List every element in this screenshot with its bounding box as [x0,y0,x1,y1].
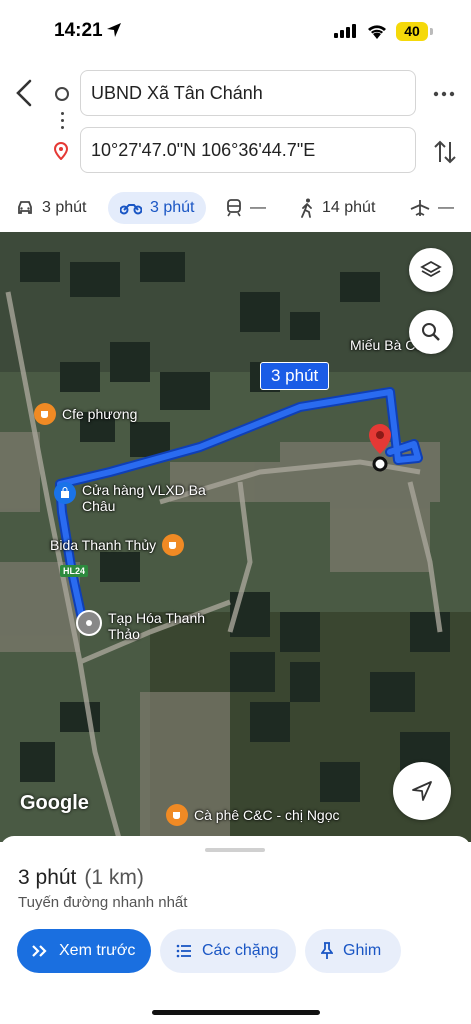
mode-flight[interactable]: — [410,192,454,224]
clock: 14:21 [54,20,103,41]
walk-icon [301,198,312,218]
layers-button[interactable] [409,248,453,292]
poi-vlxd-text: Cửa hàng VLXD Ba Châu [82,482,206,514]
home-indicator[interactable] [152,1010,320,1015]
origin-dot-icon [55,87,69,101]
motorbike-icon [120,204,142,215]
poi-bida[interactable]: Bida Thanh Thủy [50,534,190,556]
road-shield: HL24 [60,565,89,577]
route-summary-sheet: 3 phút (1 km) Tuyến đường nhanh nhất Xem … [0,836,471,1024]
route-distance: (1 km) [84,866,144,889]
origin-input[interactable]: UBND Xã Tân Chánh [80,70,416,116]
battery-indicator: 40 [396,22,428,41]
transit-icon [227,199,241,217]
poi-bida-label: Bida Thanh Thủy [50,537,157,553]
navigation-arrow-icon [412,781,432,801]
route-connector-dots [61,112,64,133]
map-view[interactable]: 3 phút HL24 Miếu Bà Cố Xứ Cfe phương Cửa… [0,232,471,842]
poi-vlxd-label-2: Châu [82,498,116,514]
poi-vlxd-label: Cửa hàng VLXD Ba [82,482,206,498]
search-along-route-button[interactable] [409,310,453,354]
poi-taphoa-label-2: Thảo [108,626,140,642]
destination-input[interactable]: 10°27'47.0"N 106°36'44.7"E [80,127,416,173]
route-duration: 3 phút [18,866,77,889]
mode-motorbike[interactable]: 3 phút [108,192,207,224]
route-subtitle: Tuyến đường nhanh nhất [18,894,188,911]
preview-button-label: Xem trước [59,942,136,959]
coffee-icon [162,534,185,556]
mode-driving[interactable]: 3 phút [16,192,86,224]
mode-walking-label: 14 phút [322,199,376,216]
poi-taphoa-text: Tạp Hóa Thanh Thảo [108,610,205,642]
poi-cafe-phuong-label: Cfe phương [62,406,138,422]
steps-button[interactable]: Các chặng [160,929,296,973]
status-bar: 14:21 40 [0,0,471,62]
shopping-bag-icon [54,482,76,504]
poi-caphe-cc[interactable]: Cà phê C&C - chị Ngọc [166,804,340,826]
coffee-icon [166,804,188,826]
layers-icon [420,260,442,278]
pin-button-label: Ghim [343,942,382,959]
list-icon [176,944,191,958]
flight-icon [410,200,430,216]
mode-driving-label: 3 phút [42,199,87,216]
cellular-signal-icon [334,24,356,38]
steps-button-label: Các chặng [202,942,279,959]
swap-directions-icon[interactable] [432,138,458,166]
route-duration-badge[interactable]: 3 phút [260,362,330,390]
origin-marker-icon [76,610,102,636]
poi-vlxd[interactable]: Cửa hàng VLXD Ba Châu [54,482,206,514]
location-arrow-icon [107,23,121,37]
coffee-icon [34,403,56,425]
mode-transit-label: — [250,199,266,216]
destination-pin-icon [54,142,68,160]
mode-flight-label: — [438,199,454,216]
preview-button[interactable]: Xem trước [17,929,151,973]
mode-transit[interactable]: — [226,192,266,224]
pushpin-icon [321,942,333,959]
poi-cafe-phuong[interactable]: Cfe phương [34,403,137,425]
poi-taphoa-label: Tạp Hóa Thanh [108,610,206,626]
destination-marker-icon[interactable] [366,422,394,472]
route-summary: 3 phút (1 km) [18,866,144,890]
wifi-icon [368,25,386,39]
mode-motorbike-label: 3 phút [150,199,195,216]
double-chevron-right-icon [32,945,47,957]
recenter-button[interactable] [393,762,451,820]
more-options-icon[interactable] [432,84,456,104]
car-icon [18,201,32,214]
travel-mode-bar: 3 phút 3 phút — 14 phút — [0,186,471,230]
mode-walking[interactable]: 14 phút [300,192,375,224]
back-arrow-icon[interactable] [12,78,38,108]
poi-taphoa[interactable]: Tạp Hóa Thanh Thảo [76,610,205,642]
poi-caphe-cc-label: Cà phê C&C - chị Ngọc [194,807,340,823]
pin-button[interactable]: Ghim [305,929,401,973]
sheet-drag-handle[interactable] [205,848,265,852]
google-logo: Google [20,792,89,814]
search-icon [422,323,440,341]
battery-tip [430,28,433,35]
